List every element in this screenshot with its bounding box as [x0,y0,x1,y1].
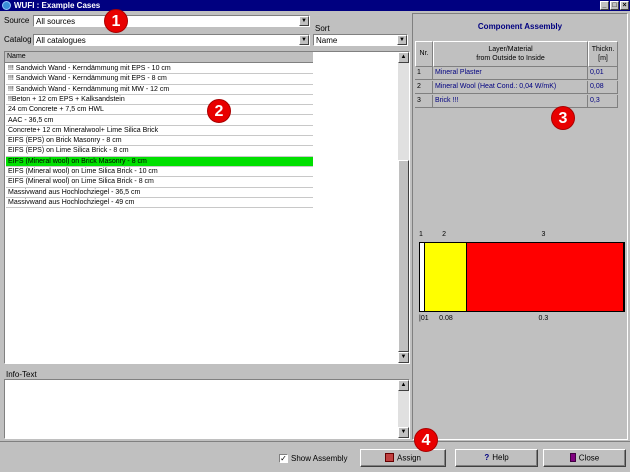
list-item[interactable]: Concrete+ 12 cm Mineralwool+ Lime Silica… [6,126,313,137]
close-button-label: Close [578,453,600,463]
diagram-layer-2 [425,243,468,311]
help-button-label: Help [492,453,509,462]
help-button[interactable]: ? Help [455,449,538,467]
list-item[interactable]: EIFS (Mineral wool) on Lime Silica Brick… [6,167,313,178]
layer-header-line2: from Outside to Inside [476,55,545,62]
assembly-row-material[interactable]: Mineral Wool (Heat Cond.: 0,04 W/mK) [433,81,588,94]
app-icon [2,1,11,10]
list-item[interactable]: 24 cm Concrete + 7,5 cm HWL [6,105,313,116]
info-text-label: Info-Text [6,370,37,379]
diagram-bottom-label: 0.08 [439,315,453,322]
help-icon: ? [484,453,490,462]
diagram-bottom-label: |01 [419,315,429,322]
diagram-bars [419,242,625,312]
source-value: All sources [36,17,76,26]
show-assembly-label: Show Assembly [291,454,348,463]
list-item[interactable]: EIFS (EPS) on Lime Silica Brick - 8 cm [6,146,313,157]
column-header-nr: Nr. [415,41,433,67]
info-text-area[interactable]: ▲ ▼ [4,379,410,439]
assembly-table: Nr. Layer/Material from Outside to Insid… [415,41,625,211]
maximize-button[interactable]: □ [610,1,619,10]
scroll-up-button[interactable]: ▲ [398,380,409,391]
list-item[interactable]: Massivwand aus Hochlochziegel - 49 cm [6,198,313,209]
assign-button[interactable]: Assign [360,449,446,467]
scroll-down-button[interactable]: ▼ [398,352,409,363]
catalog-dropdown[interactable]: All catalogues ▼ [33,34,310,46]
list-item[interactable]: AAC - 36,5 cm [6,116,313,126]
list-item[interactable]: !!! Sandwich Wand - Kerndämmung mit EPS … [6,74,313,85]
list-item[interactable]: EIFS (EPS) on Brick Masonry - 8 cm [6,136,313,147]
window-title: WUFI : Example Cases [14,1,101,10]
sort-dropdown[interactable]: Name ▼ [313,34,408,46]
thickness-header-line2: [m] [598,55,608,62]
column-header-thickness: Thickn. [m] [588,41,618,67]
list-header[interactable]: Name [5,52,313,63]
footer-bar: ✓ Show Assembly Assign ? Help Close [0,441,630,472]
callout-badge-1: 1 [104,9,128,33]
diagram-top-label: 3 [541,231,546,238]
source-dropdown[interactable]: All sources ▼ [33,15,310,27]
scroll-down-button[interactable]: ▼ [398,427,409,438]
show-assembly-checkbox[interactable]: ✓ [279,454,288,463]
list-scrollbar[interactable]: ▲ ▼ [398,52,409,363]
chevron-down-icon[interactable]: ▼ [397,35,407,45]
minimize-button[interactable]: _ [600,1,609,10]
chevron-down-icon[interactable]: ▼ [299,16,309,26]
close-door-icon [569,453,576,463]
callout-badge-4: 4 [414,428,438,452]
assembly-row-nr[interactable]: 3 [415,95,433,108]
title-bar[interactable]: WUFI : Example Cases _ □ × [0,0,630,11]
catalog-value: All catalogues [36,36,86,45]
diagram-bottom-label: 0.3 [538,315,549,322]
thickness-header-line1: Thickn. [591,46,615,53]
source-label: Source [4,16,30,25]
list-item[interactable]: Massivwand aus Hochlochziegel - 36,5 cm [6,188,313,198]
right-panel: Component Assembly Nr. Layer/Material fr… [412,13,628,440]
scroll-up-button[interactable]: ▲ [398,52,409,63]
catalog-label: Catalog [4,35,32,44]
sort-value: Name [316,36,338,45]
list-item[interactable]: EIFS (Mineral wool) on Brick Masonry - 8… [6,156,313,167]
callout-badge-2: 2 [207,99,231,123]
diagram-top-label: 1 [419,231,423,238]
callout-badge-3: 3 [551,106,575,130]
diagram-top-label: 2 [442,231,447,238]
assembly-row-nr[interactable]: 2 [415,81,433,94]
footer-divider [0,441,630,442]
info-scrollbar[interactable]: ▲ ▼ [398,380,409,438]
assign-button-label: Assign [396,453,421,463]
assembly-title: Component Assembly [477,22,563,31]
assembly-row-thickness[interactable]: 0,08 [588,81,618,94]
close-window-button[interactable]: × [620,1,629,10]
assembly-row-thickness[interactable]: 0,01 [588,67,618,80]
column-header-layer: Layer/Material from Outside to Inside [433,41,588,67]
case-list[interactable]: Name !!! Sandwich Wand - Kerndämmung mit… [4,51,410,364]
layer-diagram: 1 2 3 |01 0.08 0.3 [415,226,625,331]
list-item[interactable]: !!! Sandwich Wand - Kerndämmung mit MW -… [6,85,313,95]
layer-header-line1: Layer/Material [488,46,533,53]
sort-label: Sort [315,24,330,33]
assembly-row-nr[interactable]: 1 [415,67,433,80]
left-panel: Source All sources ▼ Sort Catalog All ca… [2,13,410,440]
list-item[interactable]: EIFS (Mineral wool) on Lime Silica Brick… [6,177,313,188]
assign-icon [384,453,394,463]
diagram-layer-3 [467,243,624,311]
assembly-row-thickness[interactable]: 0,3 [588,95,618,108]
assembly-row-material[interactable]: Mineral Plaster [433,67,588,80]
close-button[interactable]: Close [543,449,626,467]
list-item[interactable]: !!Beton + 12 cm EPS + Kalksandstein [6,95,313,106]
chevron-down-icon[interactable]: ▼ [299,35,309,45]
scroll-thumb[interactable] [398,160,409,352]
list-item[interactable]: !!! Sandwich Wand - Kerndämmung mit EPS … [6,64,313,75]
